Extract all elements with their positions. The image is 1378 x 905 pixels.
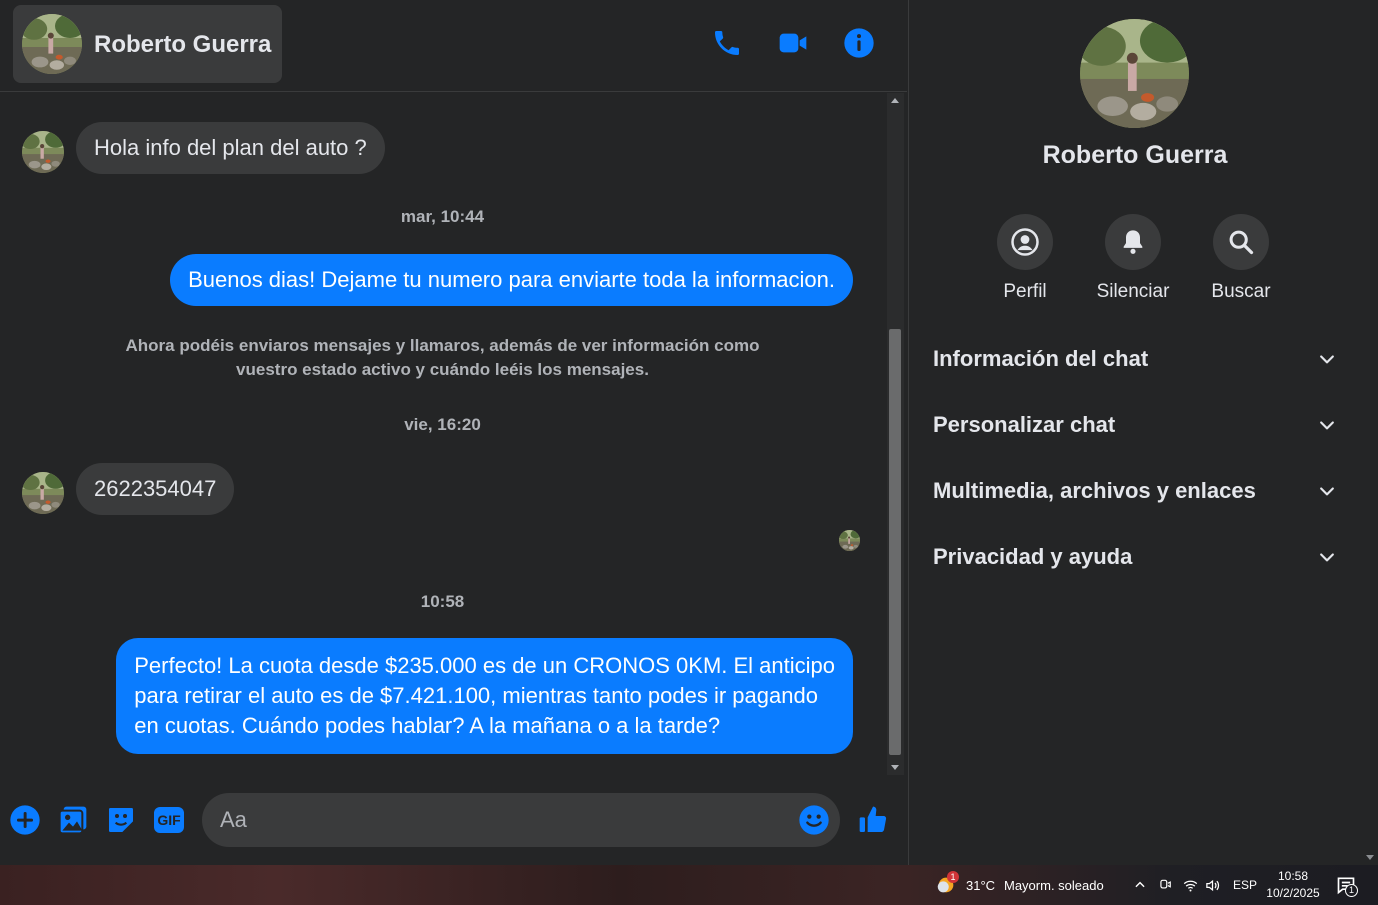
section-media-files-links[interactable]: Multimedia, archivos y enlaces: [921, 463, 1349, 519]
mute-label: Silenciar: [1096, 281, 1170, 302]
seen-receipt-avatar: [839, 530, 860, 551]
profile-avatar[interactable]: [1080, 19, 1189, 128]
outgoing-message[interactable]: Perfecto! La cuota desde $235.000 es de …: [116, 638, 853, 754]
system-note: Ahora podéis enviaros mensajes y llamaro…: [110, 334, 775, 382]
profile-icon: [997, 214, 1053, 270]
chevron-up-icon[interactable]: [1132, 877, 1148, 893]
volume-icon[interactable]: [1204, 877, 1220, 893]
video-call-icon[interactable]: [776, 26, 810, 60]
info-scrollbar[interactable]: [1361, 0, 1378, 865]
section-title: Privacidad y ayuda: [933, 544, 1133, 569]
input-language[interactable]: ESP: [1233, 878, 1257, 892]
chat-pane: Roberto Guerra Hola info del plan del au…: [0, 0, 907, 865]
notification-center-icon[interactable]: 1: [1336, 875, 1358, 897]
notification-count: 1: [1345, 884, 1358, 897]
scroll-up-arrow-icon[interactable]: [891, 98, 899, 103]
chat-header: Roberto Guerra: [0, 0, 907, 92]
system-note-line: vuestro estado activo y cuándo leéis los…: [236, 360, 649, 379]
contact-name: Roberto Guerra: [94, 31, 272, 58]
scroll-down-arrow-icon[interactable]: [1366, 855, 1374, 860]
chevron-down-icon: [1320, 355, 1334, 364]
phone-call-icon[interactable]: [710, 26, 744, 60]
mute-button[interactable]: Silenciar: [1083, 214, 1183, 303]
system-note-line: Ahora podéis enviaros mensajes y llamaro…: [125, 336, 760, 355]
image-gallery-icon[interactable]: [57, 804, 89, 836]
clock-date: 10/2/2025: [1266, 886, 1320, 900]
message-list: Hola info del plan del auto ? mar, 10:44…: [0, 93, 885, 775]
gif-icon[interactable]: GIF: [153, 804, 185, 836]
sender-avatar[interactable]: [22, 131, 64, 173]
thumbs-up-icon[interactable]: [857, 804, 889, 836]
plus-icon[interactable]: [9, 804, 41, 836]
search-button[interactable]: Buscar: [1191, 214, 1291, 303]
weather-description[interactable]: Mayorm. soleado: [1004, 878, 1104, 893]
sender-avatar[interactable]: [22, 472, 64, 514]
section-chat-info[interactable]: Información del chat: [921, 331, 1349, 387]
incoming-message[interactable]: 2622354047: [76, 463, 235, 515]
wifi-icon[interactable]: [1182, 877, 1198, 893]
weather-badge: 1: [947, 871, 959, 883]
section-title: Multimedia, archivos y enlaces: [933, 478, 1256, 503]
scroll-down-arrow-icon[interactable]: [891, 765, 899, 770]
chevron-down-icon: [1320, 421, 1334, 430]
meet-now-icon[interactable]: [1157, 877, 1173, 893]
section-title: Personalizar chat: [933, 412, 1116, 437]
chevron-down-icon: [1320, 487, 1334, 496]
clock-time: 10:58: [1277, 869, 1309, 883]
timestamp: 10:58: [420, 592, 465, 611]
outgoing-message[interactable]: Buenos dias! Dejame tu numero para envia…: [170, 254, 853, 306]
message-scrollbar[interactable]: [887, 93, 904, 775]
contact-header-button[interactable]: Roberto Guerra: [13, 5, 282, 83]
chevron-down-icon: [1320, 553, 1334, 562]
info-icon[interactable]: [842, 26, 876, 60]
section-title: Información del chat: [933, 346, 1149, 371]
gif-label: GIF: [154, 807, 184, 833]
message-line: en cuotas. Cuándo podes hablar? A la mañ…: [134, 713, 721, 738]
search-icon: [1213, 214, 1269, 270]
search-label: Buscar: [1211, 281, 1271, 302]
windows-taskbar: 1 31°C Mayorm. soleado ESP 10:58 10/2/20…: [0, 865, 1378, 905]
emoji-icon[interactable]: [798, 804, 830, 836]
bell-icon: [1105, 214, 1161, 270]
message-input[interactable]: [202, 793, 840, 847]
message-line: para retirar el auto es de $7.421.100, m…: [134, 683, 818, 708]
section-customize-chat[interactable]: Personalizar chat: [921, 397, 1349, 453]
timestamp: vie, 16:20: [404, 415, 481, 434]
scrollbar-thumb[interactable]: [889, 329, 901, 755]
incoming-message[interactable]: Hola info del plan del auto ?: [76, 122, 385, 174]
contact-avatar: [22, 14, 82, 74]
weather-sun-icon[interactable]: 1: [935, 871, 959, 896]
message-line: Perfecto! La cuota desde $235.000 es de …: [134, 653, 835, 678]
section-privacy-help[interactable]: Privacidad y ayuda: [921, 529, 1349, 585]
profile-name: Roberto Guerra: [1042, 141, 1228, 169]
profile-label: Perfil: [1003, 281, 1047, 302]
profile-button[interactable]: Perfil: [975, 214, 1075, 303]
clock[interactable]: 10:58 10/2/2025: [1262, 868, 1324, 902]
timestamp: mar, 10:44: [400, 207, 485, 226]
conversation-info-pane: Roberto Guerra Perfil Silenciar Buscar I…: [908, 0, 1378, 865]
weather-temperature[interactable]: 31°C: [966, 878, 995, 893]
sticker-icon[interactable]: [105, 804, 137, 836]
composer-bar: GIF: [0, 776, 907, 865]
